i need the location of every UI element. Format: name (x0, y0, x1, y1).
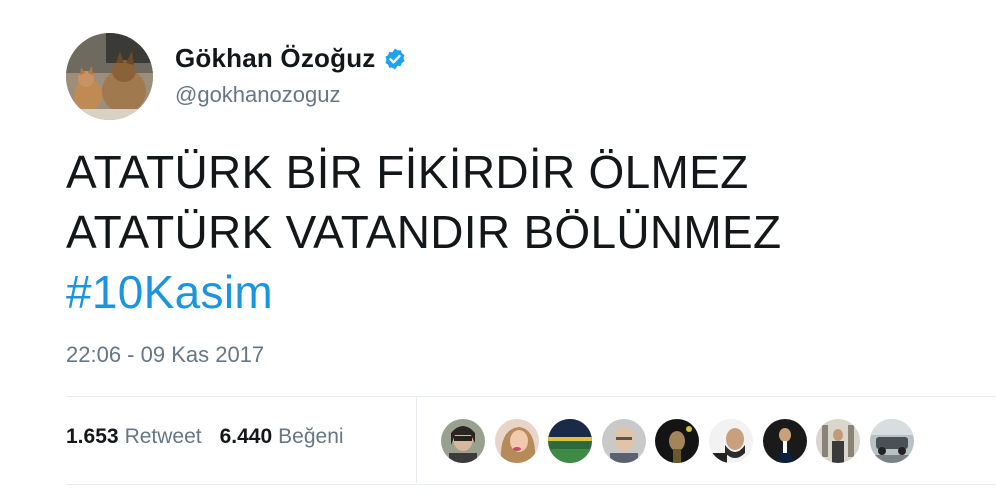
retweet-stat[interactable]: 1.653 Retweet (66, 425, 202, 449)
dog-and-cat-avatar-icon (66, 33, 153, 120)
like-stat[interactable]: 6.440 Beğeni (220, 425, 344, 449)
liker-avatar-6[interactable] (708, 419, 753, 463)
liker-avatar-5[interactable] (655, 419, 700, 463)
tweet-stats: 1.653 Retweet 6.440 Beğeni (66, 425, 362, 449)
stats-divider-top (66, 396, 996, 397)
liker-avatar-2[interactable] (494, 419, 539, 463)
like-count: 6.440 (219, 425, 273, 448)
verified-badge-icon (383, 47, 407, 71)
user-handle[interactable]: @gokhanozoguz (175, 82, 407, 108)
tweet-line-1: ATATÜRK BİR FİKİRDİR ÖLMEZ (66, 146, 749, 198)
liker-avatar-9[interactable] (869, 419, 914, 463)
profile-avatar[interactable] (66, 33, 153, 120)
liker-avatar-4[interactable] (601, 419, 646, 463)
liker-avatar-3[interactable] (548, 419, 593, 463)
liker-avatars (441, 419, 923, 463)
liker-avatar-8[interactable] (816, 419, 861, 463)
tweet-header: Gökhan Özoğuz @gokhanozoguz (66, 33, 407, 120)
retweet-label: Retweet (124, 425, 202, 448)
liker-avatar-1[interactable] (441, 419, 485, 463)
hashtag-link[interactable]: #10Kasim (66, 262, 781, 322)
stats-divider-bottom (66, 484, 996, 485)
tweet-line-2: ATATÜRK VATANDIR BÖLÜNMEZ (66, 206, 782, 258)
tweet-timestamp[interactable]: 22:06 - 09 Kas 2017 (66, 342, 264, 368)
author-names: Gökhan Özoğuz @gokhanozoguz (175, 42, 407, 108)
tweet-text: ATATÜRK BİR FİKİRDİR ÖLMEZ ATATÜRK VATAN… (66, 142, 781, 322)
display-name[interactable]: Gökhan Özoğuz (175, 43, 375, 74)
like-label: Beğeni (278, 425, 344, 448)
display-name-row: Gökhan Özoğuz (175, 42, 407, 76)
stats-vertical-divider (416, 397, 417, 483)
retweet-count: 1.653 (66, 425, 119, 448)
liker-avatar-7[interactable] (762, 419, 807, 463)
